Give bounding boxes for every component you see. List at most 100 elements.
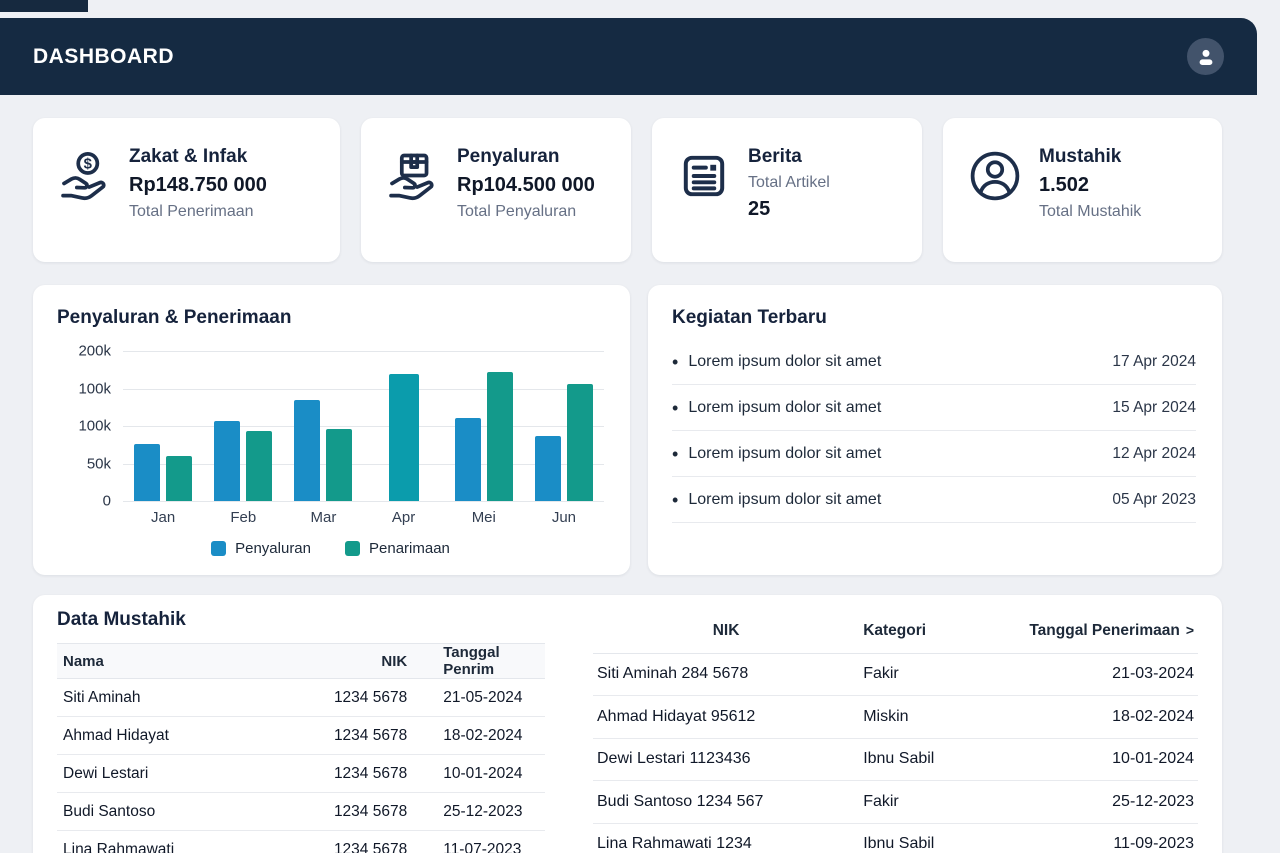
stat-title: Mustahik [1039,146,1141,168]
table-row: Siti Aminah1234 567821-05-2024 [57,679,545,717]
table-row: Lina Rahmawati1234 567811-07-2023 [57,831,545,853]
table-row: Dewi Lestari 1123436Ibnu Sabil10-01-2024 [593,738,1198,781]
avatar-button[interactable] [1187,38,1224,75]
hand-coin-icon: $ [57,140,113,262]
bar-penyaluran-jan [134,444,160,501]
bar-penyaluran-jun [535,436,561,501]
bullet-icon: • [672,491,678,509]
chart-x-axis: JanFebMarAprMeiJun [123,509,604,526]
activity-text-wrap: •Lorem ipsum dolor sit amet [672,445,881,463]
cell-kategori: Fakir [859,781,1016,824]
activity-date: 05 Apr 2023 [1112,491,1196,509]
main-content: $ Zakat & Infak Rp148.750 000 Total Pene… [33,118,1222,853]
cell-tanggal: 11-09-2023 [1016,823,1198,853]
y-axis-tick-label: 100k [78,380,111,397]
app-header: DASHBOARD [0,18,1257,95]
legend-item-penarimaan: Penarimaan [345,540,450,557]
cell-tanggal: 10-01-2024 [413,755,545,793]
bar-penyaluran-feb [214,421,240,501]
activities-card: Kegiatan Terbaru •Lorem ipsum dolor sit … [648,285,1222,575]
col-header-nama: Nama [57,644,277,679]
cell-tanggal: 18-02-2024 [1016,696,1198,739]
bar-penarimaan-jun [567,384,593,501]
cell-nama: Siti Aminah [57,679,277,717]
chart-y-axis: 200k100k100k50k0 [57,351,123,501]
mustahik-table: Nama NIK Tanggal Penrim Siti Aminah1234 … [57,643,545,853]
activity-text: Lorem ipsum dolor sit amet [688,445,881,463]
y-axis-tick-label: 0 [103,493,111,510]
col-header-tanggal-sort[interactable]: Tanggal Penerimaan> [1016,609,1198,653]
page-title: DASHBOARD [33,45,174,69]
svg-text:$: $ [84,156,93,173]
cell-tanggal: 18-02-2024 [413,717,545,755]
bar-group-jan [123,351,203,501]
y-axis-tick-label: 100k [78,418,111,435]
legend-swatch [211,541,226,556]
table-header-row: NIK Kategori Tanggal Penerimaan> [593,609,1198,653]
table-row: Lina Rahmawati 1234Ibnu Sabil11-09-2023 [593,823,1198,853]
cell-tanggal: 25-12-2023 [413,793,545,831]
bar-penarimaan-mar [326,429,352,501]
stat-value: Rp148.750 000 [129,174,267,197]
cell-nama: Lina Rahmawati [57,831,277,853]
chevron-right-icon: > [1186,622,1194,638]
stat-subtitle: Total Penyaluran [457,203,595,221]
bar-penarimaan-apr [389,374,419,501]
chart-legend: Penyaluran Penarimaan [57,540,604,557]
col-header-nik: NIK [277,644,414,679]
cell-kategori: Fakir [859,653,1016,696]
stat-subtitle: Total Artikel [748,174,830,192]
cell-nama: Ahmad Hidayat [57,717,277,755]
newspaper-icon [676,140,732,262]
window-corner-artifact [0,0,88,12]
x-axis-label-mar: Mar [283,509,363,526]
cell-tanggal: 11-07-2023 [413,831,545,853]
bar-penyaluran-mar [294,400,320,501]
middle-row: Penyaluran & Penerimaan 200k100k100k50k0… [33,285,1222,575]
table-row: Budi Santoso1234 567825-12-2023 [57,793,545,831]
table-row: Budi Santoso 1234 567Fakir25-12-2023 [593,781,1198,824]
bullet-icon: • [672,353,678,371]
data-mustahik-section: Data Mustahik Nama NIK Tanggal Penrim Si… [57,609,545,853]
col-header-tanggal: Tanggal Penrim [413,644,545,679]
cell-nik: 1234 5678 [277,755,414,793]
activity-item: •Lorem ipsum dolor sit amet17 Apr 2024 [672,339,1196,385]
stat-card-mustahik: Mustahik 1.502 Total Mustahik [943,118,1222,262]
activity-text-wrap: •Lorem ipsum dolor sit amet [672,353,881,371]
y-axis-tick-label: 50k [87,455,111,472]
cell-nik: 1234 5678 [277,831,414,853]
user-avatar-icon [1194,45,1218,69]
bottom-card: Data Mustahik Nama NIK Tanggal Penrim Si… [33,595,1222,853]
bar-group-mei [444,351,524,501]
cell-kategori: Ibnu Sabil [859,738,1016,781]
bar-group-mar [283,351,363,501]
cell-nik: 1234 5678 [277,717,414,755]
activity-item: •Lorem ipsum dolor sit amet05 Apr 2023 [672,477,1196,523]
stat-card-berita: Berita Total Artikel 25 [652,118,922,262]
col-header-nik: NIK [593,609,859,653]
stat-title: Zakat & Infak [129,146,267,168]
cell-nik: Lina Rahmawati 1234 [593,823,859,853]
table-row: Siti Aminah 284 5678Fakir21-03-2024 [593,653,1198,696]
chart-card: Penyaluran & Penerimaan 200k100k100k50k0… [33,285,630,575]
cell-kategori: Miskin [859,696,1016,739]
activities-title: Kegiatan Terbaru [672,307,1196,329]
penerimaan-table: NIK Kategori Tanggal Penerimaan> Siti Am… [593,609,1198,853]
stat-title: Berita [748,146,830,168]
activity-text: Lorem ipsum dolor sit amet [688,399,881,417]
hand-box-icon [385,140,441,262]
activity-date: 12 Apr 2024 [1112,445,1196,463]
stat-card-zakat: $ Zakat & Infak Rp148.750 000 Total Pene… [33,118,340,262]
bar-group-apr [364,351,444,501]
stat-value: 1.502 [1039,174,1141,197]
gridline [123,501,604,502]
legend-label: Penyaluran [235,540,311,557]
y-axis-tick-label: 200k [78,343,111,360]
cell-nama: Dewi Lestari [57,755,277,793]
bar-group-jun [524,351,604,501]
cell-nik: Siti Aminah 284 5678 [593,653,859,696]
cell-nik: Ahmad Hidayat 95612 [593,696,859,739]
penerimaan-table-section: NIK Kategori Tanggal Penerimaan> Siti Am… [593,609,1198,853]
cell-nik: 1234 5678 [277,679,414,717]
bullet-icon: • [672,399,678,417]
